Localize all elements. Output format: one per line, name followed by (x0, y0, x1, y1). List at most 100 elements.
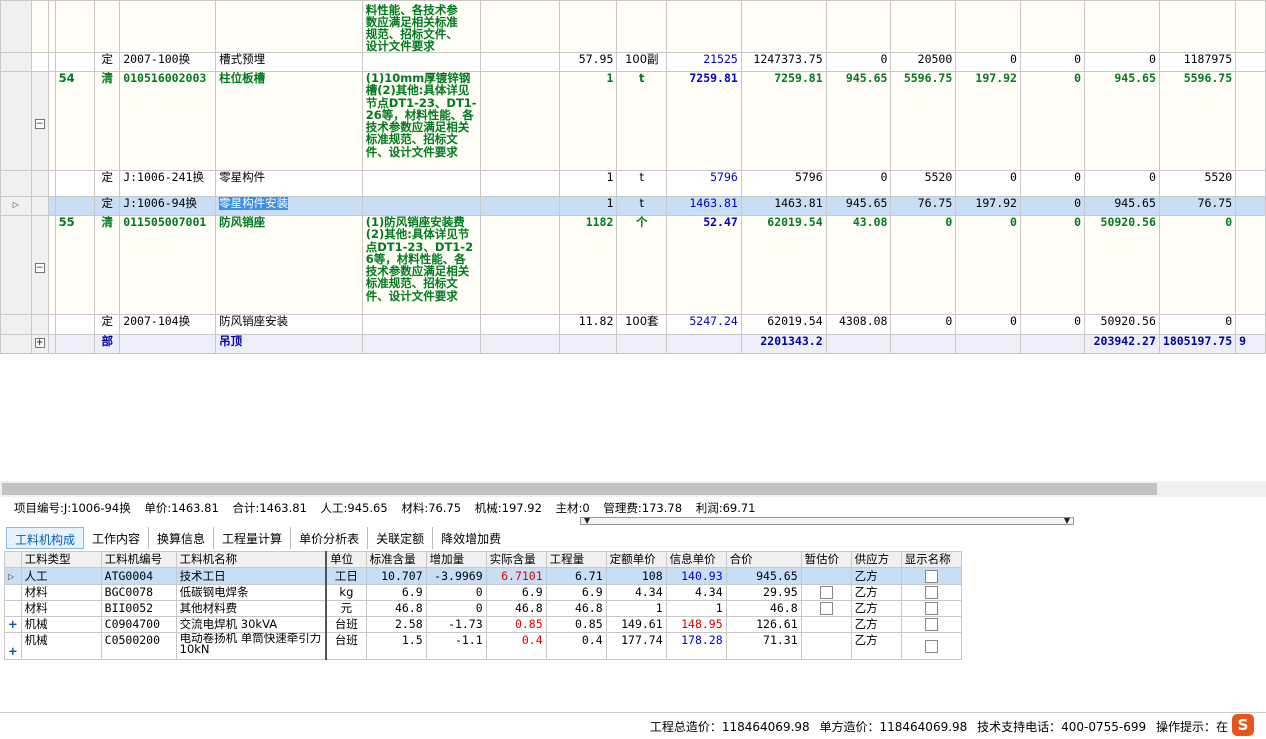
show-name-cell[interactable] (900, 632, 962, 660)
added-amount-cell[interactable]: -1.73 (425, 616, 487, 633)
resource-code-cell[interactable]: BII0052 (100, 600, 177, 617)
provisional-price-cell[interactable] (800, 584, 852, 601)
resource-row-selected[interactable]: ▷ 人工 ATG0004 技术工日 工日 10.707 -3.9969 6.71… (4, 567, 962, 585)
supplier-cell[interactable]: 乙方 (850, 567, 902, 585)
info-price-cell[interactable]: 1 (665, 600, 727, 617)
added-amount-cell[interactable]: -1.1 (425, 632, 487, 660)
provisional-price-checkbox[interactable] (819, 602, 833, 615)
resource-row[interactable]: + 机械 C0500200 电动卷扬机 单筒快速牵引力10kN 台班 1.5 -… (4, 632, 962, 660)
actual-content-cell[interactable]: 46.8 (485, 600, 547, 617)
resource-unit-cell[interactable]: kg (325, 584, 367, 601)
col-header[interactable]: 单位 (325, 551, 367, 568)
quantity-cell[interactable]: 1 (558, 71, 618, 171)
ime-logo-icon[interactable]: S (1232, 714, 1254, 736)
code-cell[interactable]: 010516002003 (119, 71, 217, 171)
info-price-cell[interactable]: 140.93 (665, 567, 727, 585)
col-header[interactable]: 合价 (725, 551, 802, 568)
minus-icon[interactable]: − (34, 262, 45, 273)
quantity-cell[interactable]: 1 (558, 196, 618, 216)
resource-code-cell[interactable]: BGC0078 (100, 584, 177, 601)
standard-content-cell[interactable]: 1.5 (365, 632, 427, 660)
name-cell[interactable]: 零星构件 (215, 170, 363, 197)
provisional-price-cell[interactable] (800, 600, 852, 617)
name-cell[interactable]: 吊顶 (215, 334, 363, 354)
tab-conversion-info[interactable]: 换算信息 (149, 527, 215, 549)
name-cell[interactable]: 零星构件安装 (215, 196, 363, 216)
plus-icon[interactable]: + (8, 644, 18, 658)
scrollbar-thumb[interactable] (2, 483, 1157, 495)
show-name-checkbox[interactable] (924, 618, 938, 631)
supplier-cell[interactable]: 乙方 (850, 584, 902, 601)
table-row-quota[interactable]: 定 J:1006-241换 零星构件 1 t 5796 5796 0 5520 … (0, 170, 1266, 197)
resource-row[interactable]: + 机械 C0904700 交流电焊机 30kVA 台班 2.58 -1.73 … (4, 616, 962, 633)
resource-unit-cell[interactable]: 台班 (325, 632, 367, 660)
table-row-quota[interactable]: 定 2007-100换 槽式预埋 57.95 100副 21525 124737… (0, 52, 1266, 72)
col-header[interactable]: 定额单价 (605, 551, 667, 568)
description-cell[interactable] (361, 52, 482, 72)
show-name-cell[interactable] (900, 567, 962, 585)
expand-toggle[interactable]: + (30, 334, 49, 354)
col-header[interactable]: 增加量 (425, 551, 487, 568)
show-name-checkbox[interactable] (924, 586, 938, 599)
resource-row[interactable]: 材料 BGC0078 低碳钢电焊条 kg 6.9 0 6.9 6.9 4.34 … (4, 584, 962, 601)
name-cell[interactable]: 柱位板槽 (215, 71, 363, 171)
resource-code-cell[interactable]: C0500200 (100, 632, 177, 660)
col-header[interactable]: 暂估价 (800, 551, 852, 568)
unit-price-cell[interactable] (666, 334, 742, 354)
name-cell[interactable]: 防风销座安装 (215, 314, 363, 335)
quantity-cell[interactable]: 57.95 (558, 52, 618, 72)
resource-name-cell[interactable]: 交流电焊机 30kVA (175, 616, 327, 633)
standard-content-cell[interactable]: 6.9 (365, 584, 427, 601)
tab-efficiency-fee[interactable]: 降效增加费 (433, 527, 509, 549)
resource-name-cell[interactable]: 其他材料费 (175, 600, 327, 617)
unit-cell[interactable]: 个 (616, 215, 668, 315)
name-cell[interactable]: 防风销座 (215, 215, 363, 315)
supplier-cell[interactable]: 乙方 (850, 616, 902, 633)
unit-cell[interactable]: t (616, 71, 668, 171)
resource-unit-cell[interactable]: 工日 (325, 567, 367, 585)
provisional-price-checkbox[interactable] (819, 586, 833, 599)
supplier-cell[interactable]: 乙方 (850, 600, 902, 617)
col-header[interactable]: 显示名称 (900, 551, 962, 568)
show-name-checkbox[interactable] (924, 639, 938, 653)
info-price-cell[interactable]: 148.95 (665, 616, 727, 633)
col-header[interactable]: 工料机名称 (175, 551, 327, 568)
collapse-toggle[interactable]: − (30, 215, 49, 315)
resource-name-cell[interactable]: 技术工日 (175, 567, 327, 585)
description-cell[interactable] (361, 334, 482, 354)
code-cell[interactable]: 2007-100换 (119, 52, 217, 72)
col-header[interactable]: 工料机编号 (100, 551, 177, 568)
description-cell[interactable]: (1)10mm厚镀锌钢槽(2)其他:具体详见节点DT1-23、DT1-26等，材… (361, 71, 482, 171)
unit-cell[interactable]: 100副 (616, 52, 668, 72)
triangle-down-icon[interactable]: ▼ (584, 516, 590, 525)
col-header[interactable]: 实际含量 (485, 551, 547, 568)
unit-cell[interactable]: 100套 (616, 314, 668, 335)
description-cell[interactable] (361, 196, 482, 216)
tab-unit-price-analysis[interactable]: 单价分析表 (291, 527, 369, 549)
triangle-down-icon[interactable]: ▼ (1064, 516, 1070, 525)
col-header[interactable]: 供应方 (850, 551, 902, 568)
code-cell[interactable]: 2007-104换 (119, 314, 217, 335)
info-price-cell[interactable]: 178.28 (665, 632, 727, 660)
resource-row[interactable]: 材料 BII0052 其他材料费 元 46.8 0 46.8 46.8 1 1 … (4, 600, 962, 617)
col-header[interactable]: 工料类型 (20, 551, 102, 568)
resource-code-cell[interactable]: ATG0004 (100, 567, 177, 585)
resource-unit-cell[interactable]: 台班 (325, 616, 367, 633)
show-name-checkbox[interactable] (924, 569, 938, 583)
description-cell[interactable]: (1)防风销座安装费(2)其他:具体详见节点DT1-23、DT1-26等，材料性… (361, 215, 482, 315)
quantity-cell[interactable] (558, 334, 618, 354)
tab-related-quota[interactable]: 关联定额 (368, 527, 434, 549)
col-header[interactable]: 信息单价 (665, 551, 727, 568)
code-cell[interactable]: J:1006-241换 (119, 170, 217, 197)
unit-price-cell[interactable]: 5796 (666, 170, 742, 197)
description-cell[interactable] (361, 170, 482, 197)
unit-cell[interactable] (616, 334, 668, 354)
table-row-quota[interactable]: 定 2007-104换 防风销座安装 11.82 100套 5247.24 62… (0, 314, 1266, 335)
plus-icon[interactable]: + (8, 618, 18, 632)
quantity-cell[interactable]: 11.82 (558, 314, 618, 335)
quantity-cell[interactable]: 1 (558, 170, 618, 197)
description-cell[interactable] (361, 314, 482, 335)
actual-content-cell[interactable]: 0.85 (485, 616, 547, 633)
code-cell[interactable]: 011505007001 (119, 215, 217, 315)
minus-icon[interactable]: − (34, 118, 45, 129)
